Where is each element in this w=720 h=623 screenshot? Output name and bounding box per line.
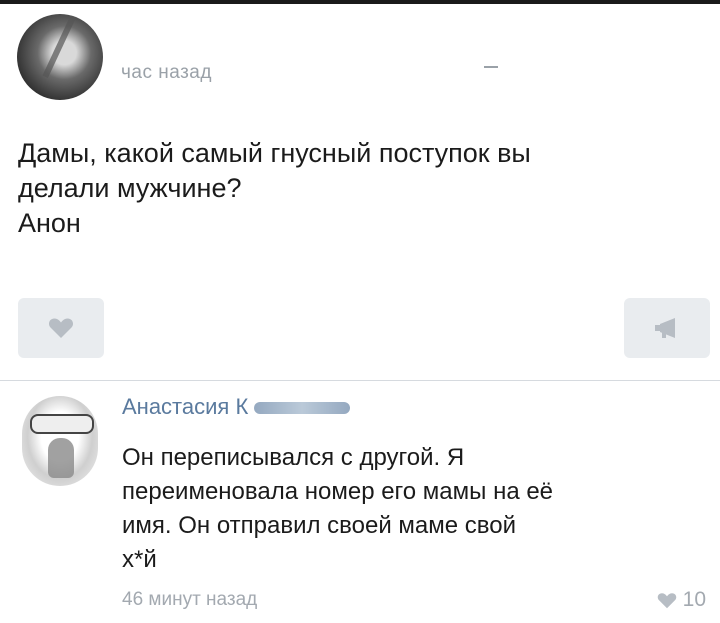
comment-text-line: х*й [122, 546, 157, 573]
post-text: Дамы, какой самый гнусный поступок вы де… [18, 136, 708, 241]
post-text-line: Дамы, какой самый гнусный поступок вы [18, 138, 531, 168]
avatar-image-detail [30, 414, 94, 434]
comment-text-line: переименовала номер его мамы на её [122, 478, 554, 505]
blurred-surname [254, 402, 351, 415]
post-menu-dash[interactable] [484, 66, 498, 68]
comment-like-button[interactable]: 10 [657, 588, 706, 612]
like-button[interactable] [18, 298, 104, 358]
comment-text: Он переписывался с другой. Я переименова… [122, 441, 712, 577]
post-author-avatar[interactable] [17, 14, 103, 100]
heart-icon [48, 318, 74, 338]
heart-icon [657, 592, 676, 608]
commenter-name-text: Анастасия К [122, 394, 249, 419]
post-text-line: делали мужчине? [18, 173, 242, 203]
top-bar [0, 0, 720, 4]
divider [0, 380, 720, 381]
share-button[interactable] [624, 298, 710, 358]
post-text-line: Анон [18, 208, 81, 238]
comment-text-line: имя. Он отправил своей маме свой [122, 512, 517, 539]
avatar-image-detail [48, 438, 74, 478]
megaphone-icon [655, 318, 675, 338]
comment-text-line: Он переписывался с другой. Я [122, 444, 465, 471]
commenter-avatar[interactable] [22, 396, 98, 486]
comment-like-count: 10 [682, 588, 706, 611]
comment-timestamp: 46 минут назад [122, 589, 258, 610]
post-timestamp: час назад [121, 62, 212, 83]
avatar-image-detail [42, 14, 78, 78]
commenter-name[interactable]: Анастасия К [122, 394, 351, 420]
